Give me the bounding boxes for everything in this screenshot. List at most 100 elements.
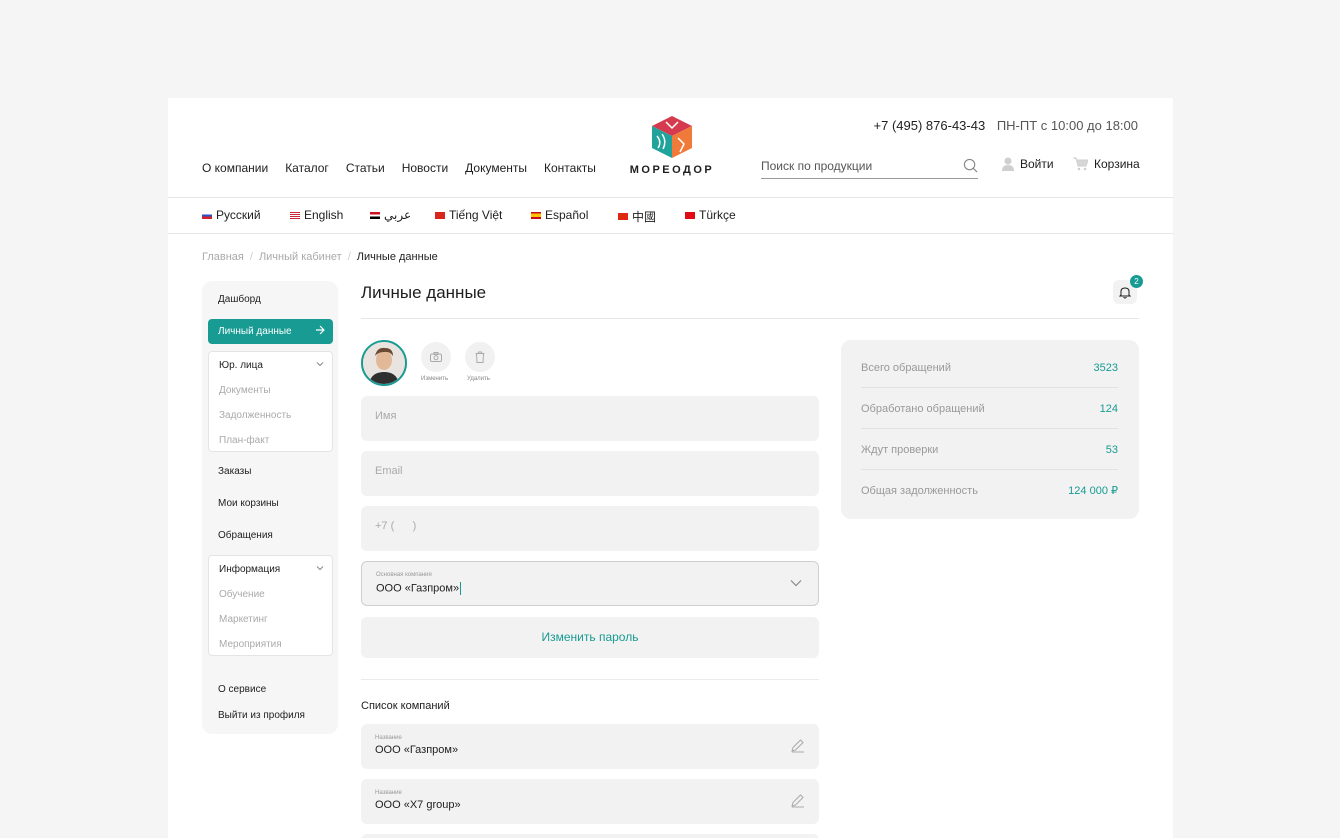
lang-label: 中國 bbox=[632, 210, 657, 224]
egypt-flag-icon bbox=[370, 211, 380, 219]
notification-badge: 2 bbox=[1130, 275, 1143, 288]
breadcrumb: Главная / Личный кабинет / Личные данные bbox=[202, 251, 438, 263]
sidebar-item-requests[interactable]: Обращения bbox=[218, 530, 273, 541]
stat-value: 3523 bbox=[1093, 361, 1118, 374]
stat-total-debt: Общая задолженность 124 000 ₽ bbox=[861, 470, 1118, 511]
cart-button[interactable]: Корзина bbox=[1073, 157, 1140, 171]
language-bar: Русский English عربي Tiếng Việt Español … bbox=[168, 198, 1173, 234]
sidebar-item-events[interactable]: Мероприятия bbox=[219, 639, 282, 650]
sidebar-group-info: Информация Обучение Маркетинг Мероприяти… bbox=[208, 555, 333, 656]
delete-photo-label: Удалить bbox=[467, 376, 490, 382]
sidebar-group-legal-header[interactable]: Юр. лица bbox=[219, 360, 263, 371]
stat-label: Ждут проверки bbox=[861, 443, 939, 456]
usa-flag-icon bbox=[290, 211, 300, 219]
breadcrumb-separator: / bbox=[347, 251, 351, 263]
avatar[interactable] bbox=[361, 340, 407, 386]
lang-russian[interactable]: Русский bbox=[202, 208, 261, 222]
companies-list-title: Список компаний bbox=[361, 700, 450, 712]
nav-documents[interactable]: Документы bbox=[465, 161, 527, 175]
company-card: Название ООО «X7 group» bbox=[361, 779, 819, 824]
breadcrumb-home[interactable]: Главная bbox=[202, 251, 244, 263]
company-name-value: ООО «X7 group» bbox=[375, 799, 461, 811]
sidebar-item-dashboard[interactable]: Дашборд bbox=[218, 294, 261, 305]
email-field bbox=[361, 451, 819, 496]
sidebar-item-logout[interactable]: Выйти из профиля bbox=[218, 710, 305, 721]
stat-label: Обработано обращений bbox=[861, 402, 985, 415]
lang-chinese[interactable]: 中國 bbox=[618, 208, 656, 225]
phone-input[interactable] bbox=[375, 520, 775, 532]
login-button[interactable]: Войти bbox=[1002, 157, 1054, 171]
edit-icon[interactable] bbox=[790, 738, 805, 753]
sidebar-item-plan-fact[interactable]: План-факт bbox=[219, 435, 269, 446]
lang-vietnamese[interactable]: Tiếng Việt bbox=[435, 208, 502, 222]
lang-arabic[interactable]: عربي bbox=[370, 208, 411, 222]
edit-icon[interactable] bbox=[790, 793, 805, 808]
company-card bbox=[361, 834, 819, 838]
sidebar-item-training[interactable]: Обучение bbox=[219, 589, 265, 600]
title-divider bbox=[361, 318, 1139, 319]
stat-processed-requests: Обработано обращений 124 bbox=[861, 388, 1118, 429]
sidebar-item-debt[interactable]: Задолженность bbox=[219, 410, 291, 421]
china-flag-icon bbox=[618, 213, 628, 220]
breadcrumb-separator: / bbox=[249, 251, 253, 263]
cart-icon bbox=[1073, 157, 1088, 171]
lang-spanish[interactable]: Español bbox=[531, 208, 588, 222]
login-label: Войти bbox=[1020, 157, 1054, 171]
nav-articles[interactable]: Статьи bbox=[346, 161, 385, 175]
sidebar-item-about-service[interactable]: О сервисе bbox=[218, 684, 266, 695]
nav-contacts[interactable]: Контакты bbox=[544, 161, 596, 175]
camera-icon bbox=[430, 352, 442, 362]
main-company-label: Основная компания bbox=[376, 572, 432, 578]
breadcrumb-cabinet[interactable]: Личный кабинет bbox=[259, 251, 342, 263]
stat-value: 124 000 ₽ bbox=[1068, 485, 1118, 497]
lang-label: Türkçe bbox=[699, 208, 736, 222]
change-photo-button[interactable] bbox=[421, 342, 451, 372]
stat-value: 124 bbox=[1099, 402, 1118, 415]
company-name-label: Название bbox=[375, 790, 402, 796]
vietnam-flag-icon bbox=[435, 211, 445, 219]
lang-label: Tiếng Việt bbox=[449, 208, 503, 222]
sidebar-item-personal-data[interactable]: Личный данные bbox=[208, 319, 333, 344]
requests-stats-card: Всего обращений 3523 Обработано обращени… bbox=[841, 340, 1139, 519]
name-input[interactable] bbox=[375, 410, 775, 422]
nav-about[interactable]: О компании bbox=[202, 161, 268, 175]
nav-news[interactable]: Новости bbox=[402, 161, 448, 175]
sidebar-item-carts[interactable]: Мои корзины bbox=[218, 498, 279, 509]
stat-pending-review: Ждут проверки 53 bbox=[861, 429, 1118, 470]
user-icon bbox=[1002, 157, 1014, 171]
chevron-down-icon[interactable] bbox=[316, 564, 324, 572]
contact-info: +7 (495) 876-43-43 ПН-ПТ с 10:00 до 18:0… bbox=[874, 118, 1138, 133]
company-name-value: ООО «Газпром» bbox=[375, 744, 459, 756]
phone-field bbox=[361, 506, 819, 551]
working-hours: ПН-ПТ с 10:00 до 18:00 bbox=[996, 118, 1138, 133]
sidebar-group-info-header[interactable]: Информация bbox=[219, 564, 280, 575]
delete-photo-button[interactable] bbox=[465, 342, 495, 372]
main-company-select[interactable]: Основная компания ООО «Газпром» bbox=[361, 561, 819, 606]
search-icon[interactable] bbox=[963, 158, 978, 173]
stat-label: Всего обращений bbox=[861, 361, 951, 374]
lang-turkish[interactable]: Türkçe bbox=[685, 208, 736, 222]
turkey-flag-icon bbox=[685, 211, 695, 219]
sidebar-item-marketing[interactable]: Маркетинг bbox=[219, 614, 268, 625]
sidebar-group-legal: Юр. лица Документы Задолженность План-фа… bbox=[208, 351, 333, 452]
company-card: Название ООО «Газпром» bbox=[361, 724, 819, 769]
phone-number[interactable]: +7 (495) 876-43-43 bbox=[874, 118, 986, 133]
brand-logo[interactable]: МОРЕОДОР bbox=[627, 114, 717, 184]
search-input[interactable] bbox=[761, 155, 951, 173]
stat-total-requests: Всего обращений 3523 bbox=[861, 347, 1118, 388]
chevron-down-icon[interactable] bbox=[790, 579, 802, 587]
spain-flag-icon bbox=[531, 211, 541, 219]
main-nav: О компании Каталог Статьи Новости Докуме… bbox=[202, 161, 596, 175]
lang-label: عربي bbox=[384, 208, 412, 222]
page: О компании Каталог Статьи Новости Докуме… bbox=[168, 98, 1173, 838]
lang-label: English bbox=[304, 208, 344, 222]
sidebar-item-label: Личный данные bbox=[218, 326, 292, 337]
change-password-button[interactable]: Изменить пароль bbox=[361, 617, 819, 658]
sidebar-item-documents[interactable]: Документы bbox=[219, 385, 271, 396]
text-cursor bbox=[460, 582, 462, 595]
email-input[interactable] bbox=[375, 465, 775, 477]
sidebar-item-orders[interactable]: Заказы bbox=[218, 466, 251, 477]
chevron-down-icon[interactable] bbox=[316, 360, 324, 368]
nav-catalog[interactable]: Каталог bbox=[285, 161, 329, 175]
lang-english[interactable]: English bbox=[290, 208, 343, 222]
